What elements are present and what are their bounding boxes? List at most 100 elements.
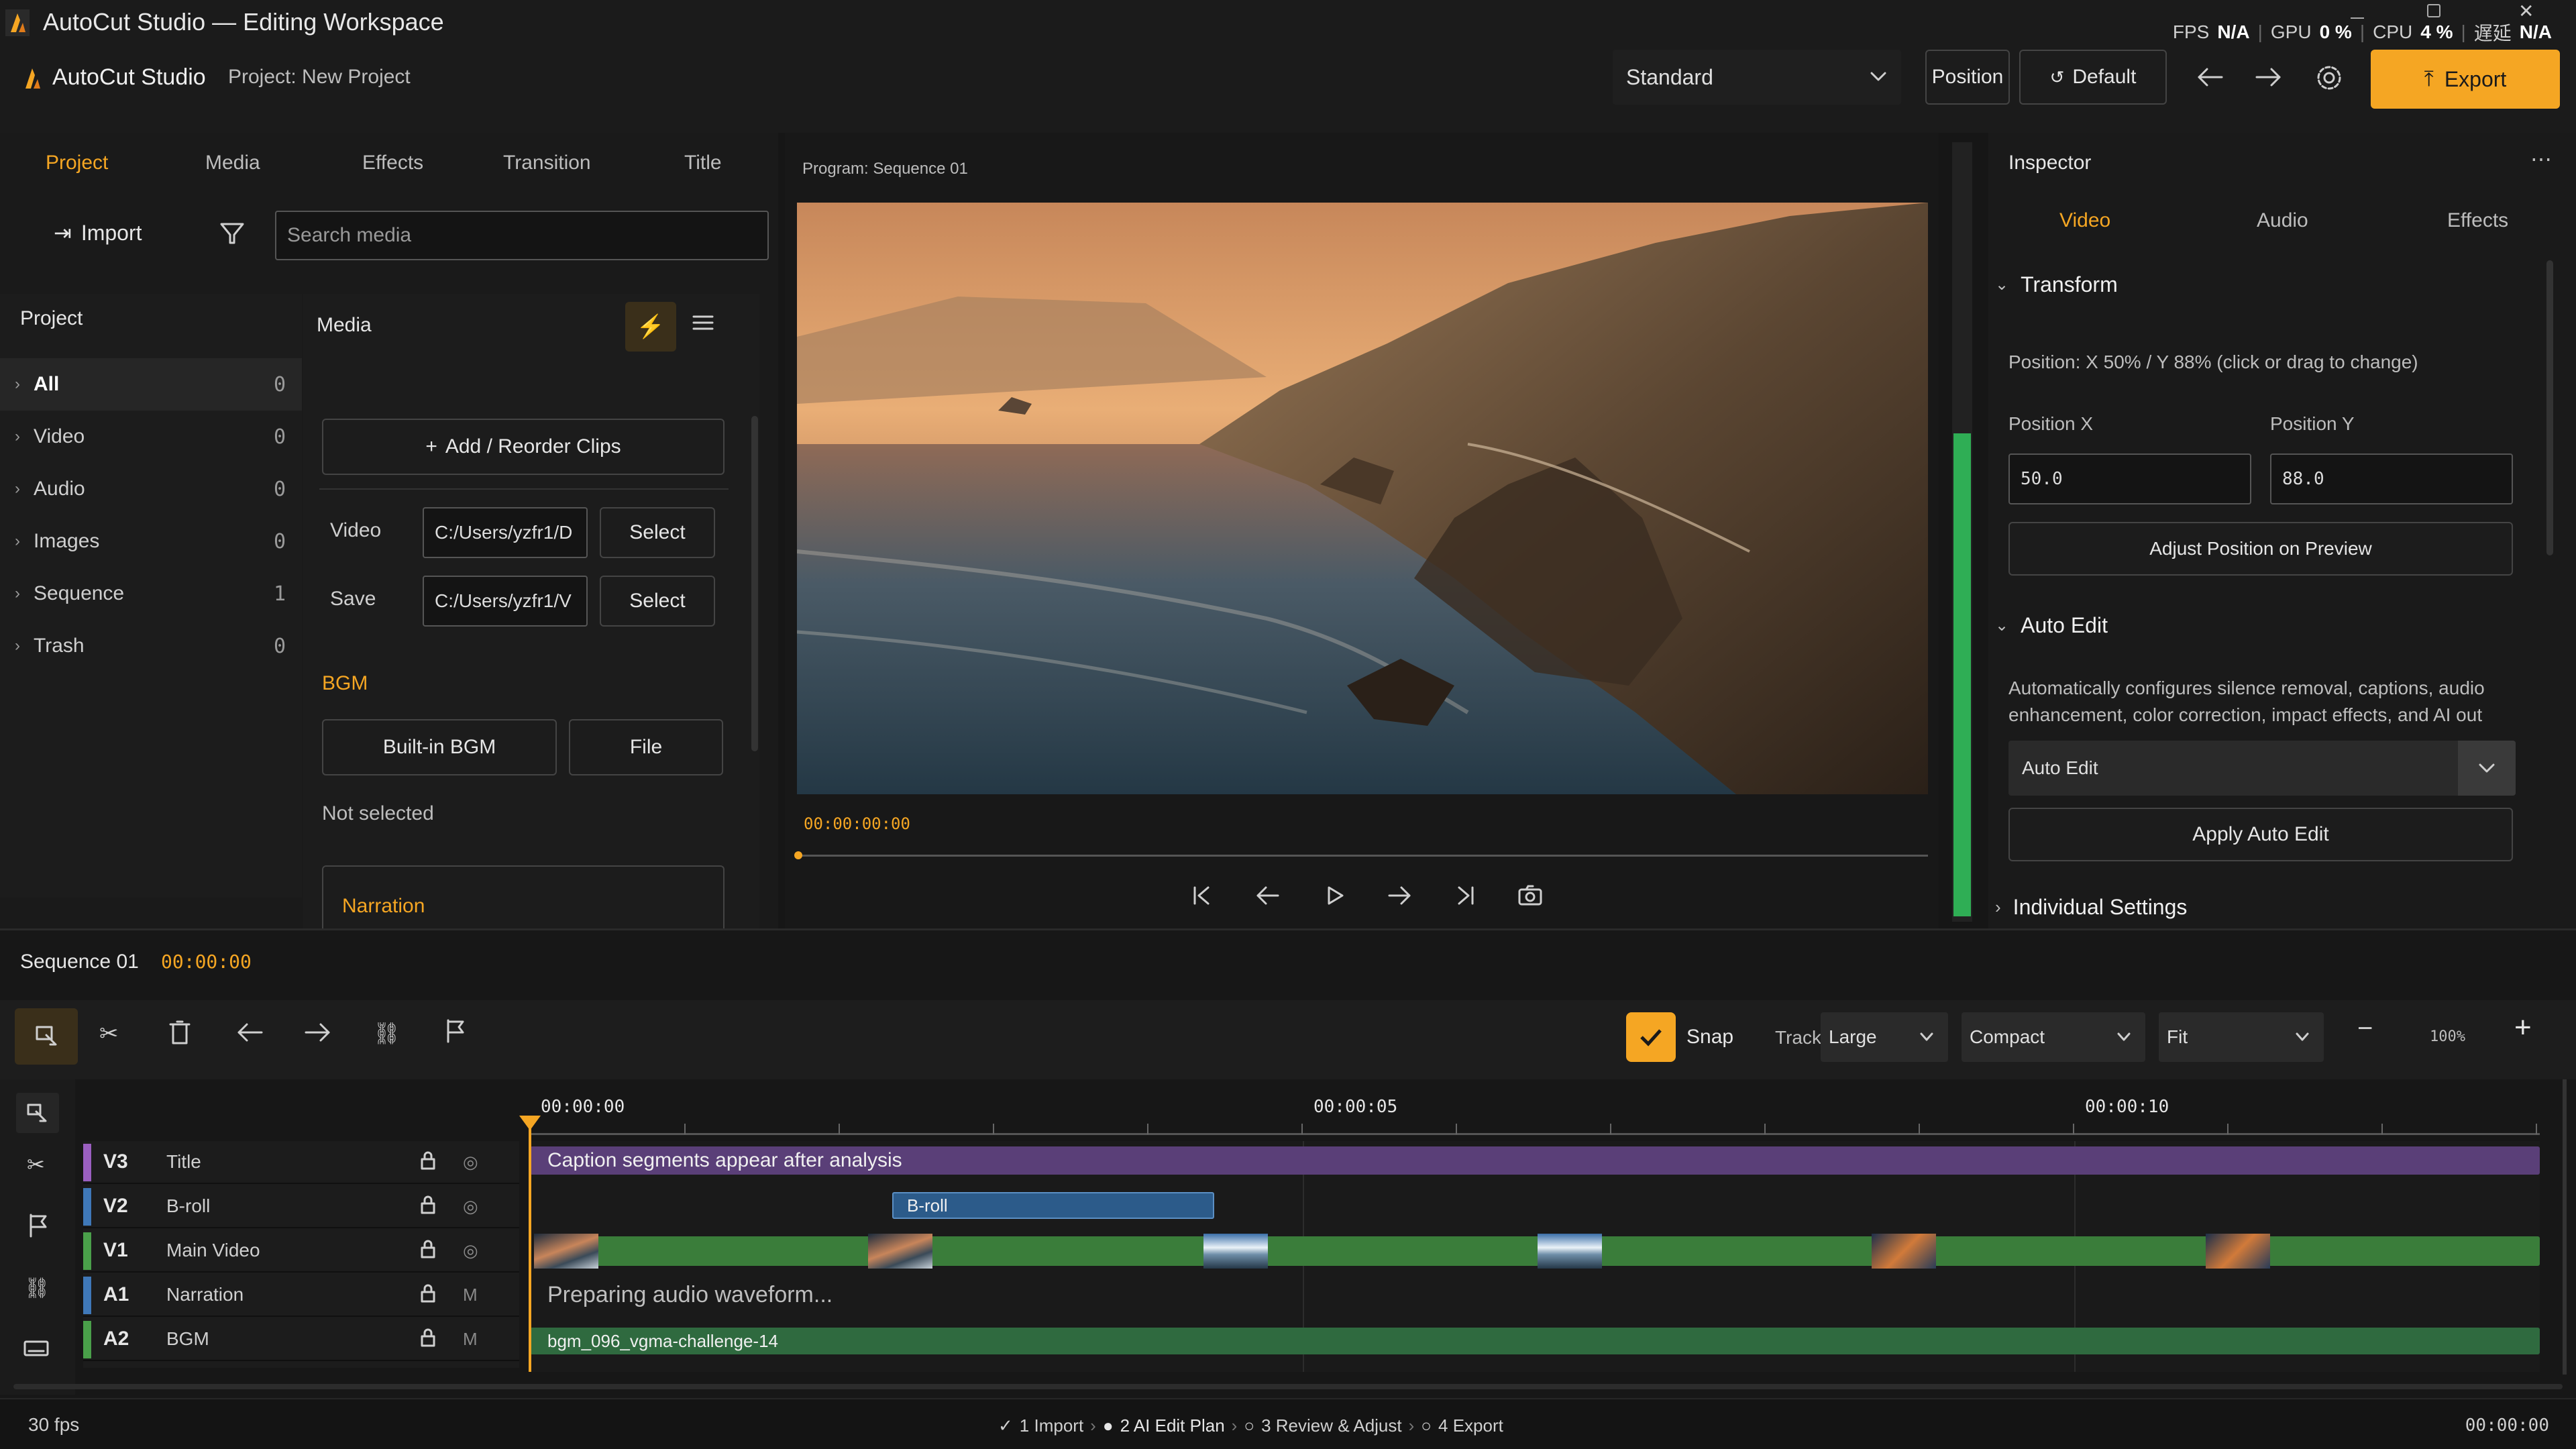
track-header-v1[interactable]: V1 Main Video ◎ (83, 1230, 519, 1273)
default-button[interactable]: ↺ Default (2019, 50, 2167, 105)
tab-project[interactable]: Project (46, 152, 108, 174)
lock-icon[interactable] (419, 1328, 437, 1351)
eye-icon[interactable]: ◎ (463, 1152, 478, 1173)
add-reorder-clips-button[interactable]: + Add / Reorder Clips (322, 419, 724, 475)
save-path-field[interactable]: C:/Users/yzfr1/V (423, 576, 588, 627)
tree-item-trash[interactable]: › Trash 0 (0, 620, 302, 672)
lock-icon[interactable] (419, 1283, 437, 1307)
tree-item-video[interactable]: › Video 0 (0, 411, 302, 463)
zoom-in-button[interactable]: + (2514, 1011, 2532, 1044)
menu-icon[interactable] (691, 313, 715, 333)
mute-toggle[interactable]: M (463, 1285, 478, 1305)
razor-cut-icon[interactable]: ✂ (27, 1152, 45, 1177)
marker-flag-icon[interactable] (25, 1212, 50, 1239)
track-header-v3[interactable]: V3 Title ◎ (83, 1141, 519, 1184)
tab-title[interactable]: Title (684, 152, 722, 174)
undo-icon[interactable] (235, 1020, 264, 1044)
close-icon[interactable]: ✕ (2518, 0, 2534, 22)
step-review-adjust[interactable]: 3 Review & Adjust (1261, 1415, 1402, 1436)
search-input[interactable]: Search media (275, 211, 769, 260)
step-back-icon[interactable] (1250, 879, 1284, 912)
link-icon[interactable]: ⛓ (24, 1277, 50, 1300)
filter-icon[interactable] (219, 220, 246, 247)
play-icon[interactable] (1318, 879, 1351, 912)
tree-item-sequence[interactable]: › Sequence 1 (0, 568, 302, 620)
builtin-bgm-button[interactable]: Built-in BGM (322, 719, 557, 775)
playhead-dot[interactable] (794, 851, 802, 859)
snap-checkbox[interactable] (1626, 1012, 1676, 1062)
step-forward-icon[interactable] (1383, 879, 1417, 912)
eye-icon[interactable]: ◎ (463, 1240, 478, 1261)
select-tool-icon[interactable] (15, 1008, 78, 1065)
apply-autoedit-button[interactable]: Apply Auto Edit (2008, 808, 2513, 861)
caption-clip[interactable]: Caption segments appear after analysis (530, 1146, 2540, 1175)
timeline-playhead[interactable] (519, 1116, 541, 1372)
track-header-a1[interactable]: A1 Narration M (83, 1274, 519, 1317)
eye-icon[interactable]: ◎ (463, 1196, 478, 1217)
video-select-button[interactable]: Select (600, 507, 715, 558)
save-select-button[interactable]: Select (600, 576, 715, 627)
link-icon[interactable]: ⛓ (373, 1020, 400, 1046)
more-options-icon[interactable]: ⋯ (2530, 146, 2552, 172)
lock-icon[interactable] (419, 1195, 437, 1218)
step-import[interactable]: 1 Import (1020, 1415, 1083, 1436)
lock-icon[interactable] (419, 1239, 437, 1263)
restore-icon[interactable] (2427, 4, 2440, 17)
track-header-v2[interactable]: V2 B-roll ◎ (83, 1185, 519, 1228)
transform-header[interactable]: ⌄ Transform (1995, 272, 2118, 297)
video-path-field[interactable]: C:/Users/yzfr1/D (423, 507, 588, 558)
inspector-tab-video[interactable]: Video (2059, 209, 2110, 232)
track-size-select[interactable]: Large (1821, 1012, 1948, 1062)
position-y-input[interactable]: 88.0 (2270, 453, 2513, 504)
adjust-position-button[interactable]: Adjust Position on Preview (2008, 522, 2513, 576)
camera-snapshot-icon[interactable] (1513, 879, 1547, 912)
go-to-end-icon[interactable] (1449, 879, 1483, 912)
tree-item-images[interactable]: › Images 0 (0, 515, 302, 568)
zoom-mode-select[interactable]: Fit (2159, 1012, 2324, 1062)
playhead-handle[interactable] (519, 1116, 541, 1130)
import-button[interactable]: ⇥ Import (54, 216, 142, 250)
density-select[interactable]: Compact (1962, 1012, 2145, 1062)
individual-settings-header[interactable]: › Individual Settings (1995, 895, 2187, 920)
timeline-hscrollbar[interactable] (13, 1384, 2563, 1389)
media-scrollbar[interactable] (751, 416, 758, 751)
broll-clip[interactable]: B-roll (892, 1192, 1214, 1219)
inspector-tab-effects[interactable]: Effects (2447, 209, 2508, 232)
inspector-scrollbar[interactable] (2546, 260, 2553, 555)
bgm-clip[interactable]: bgm_096_vgma-challenge-14 (530, 1328, 2540, 1354)
tab-effects[interactable]: Effects (362, 152, 423, 174)
gear-icon[interactable] (2312, 60, 2347, 95)
razor-cut-icon[interactable]: ✂ (99, 1020, 119, 1047)
position-button[interactable]: Position (1925, 50, 2010, 105)
minimize-icon[interactable] (2351, 5, 2364, 19)
autoedit-select[interactable]: Auto Edit (2008, 741, 2516, 796)
position-x-input[interactable]: 50.0 (2008, 453, 2251, 504)
inspector-tab-audio[interactable]: Audio (2257, 209, 2308, 232)
undo-icon[interactable] (2190, 60, 2230, 94)
timeline-vscrollbar[interactable] (2563, 1079, 2567, 1375)
lightning-icon[interactable]: ⚡ (625, 302, 676, 352)
tree-item-audio[interactable]: › Audio 0 (0, 463, 302, 515)
trash-icon[interactable] (168, 1019, 192, 1046)
preview-scrubber[interactable] (794, 851, 1928, 859)
keyboard-icon[interactable] (23, 1338, 50, 1358)
mute-toggle[interactable]: M (463, 1329, 478, 1350)
tree-item-all[interactable]: › All 0 (0, 358, 302, 411)
zoom-out-button[interactable]: − (2357, 1014, 2373, 1044)
select-tool-icon[interactable] (16, 1093, 59, 1133)
export-button[interactable]: ⤒ Export (2371, 50, 2560, 109)
step-ai-edit-plan[interactable]: 2 AI Edit Plan (1120, 1415, 1225, 1436)
timeline-ruler[interactable]: 00:00:00 00:00:05 00:00:10 (530, 1079, 2542, 1141)
autoedit-header[interactable]: ⌄ Auto Edit (1995, 613, 2108, 638)
lock-icon[interactable] (419, 1150, 437, 1174)
redo-icon[interactable] (303, 1020, 333, 1044)
layout-select[interactable]: Standard (1613, 50, 1901, 105)
track-header-a2[interactable]: A2 BGM M (83, 1318, 519, 1361)
marker-flag-icon[interactable] (443, 1018, 467, 1044)
tab-transition[interactable]: Transition (503, 152, 591, 174)
go-to-start-icon[interactable] (1185, 879, 1218, 912)
redo-icon[interactable] (2249, 60, 2289, 94)
tab-media[interactable]: Media (205, 152, 260, 174)
preview-frame[interactable] (797, 203, 1928, 794)
main-video-clip[interactable] (534, 1234, 2540, 1269)
